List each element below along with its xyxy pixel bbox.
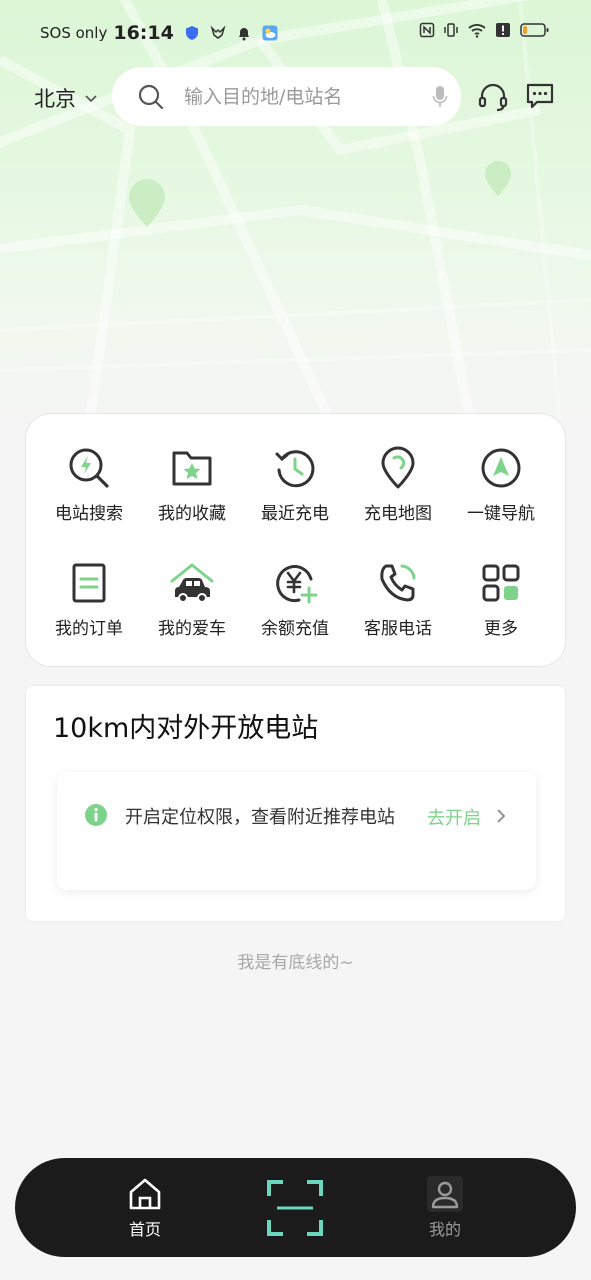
chevron-right-icon[interactable]: [495, 808, 507, 824]
quick-action-navigation[interactable]: 一键导航: [451, 446, 551, 546]
orders-icon: [72, 563, 106, 603]
quick-action-label: 我的爱车: [158, 619, 226, 639]
vibrate-icon: [444, 23, 458, 37]
chevron-down-icon: [85, 95, 97, 103]
quick-action-service-phone[interactable]: 客服电话: [348, 561, 448, 661]
quick-action-charge-map[interactable]: 充电地图: [348, 446, 448, 546]
quick-actions-card: 电站搜索 我的收藏 最近充电 充电地图 一键导航 我的订单 我的爱车 余额充值 …: [25, 413, 566, 667]
location-permission-card[interactable]: 开启定位权限，查看附近推荐电站 去开启: [57, 772, 536, 890]
quick-action-label: 客服电话: [364, 619, 432, 639]
quick-action-more[interactable]: 更多: [451, 561, 551, 661]
bell-icon: [238, 28, 249, 41]
map-pin-icon: [485, 161, 511, 196]
search-bar[interactable]: [112, 67, 461, 126]
map-pin-icon: [129, 179, 165, 227]
alert-icon: [496, 23, 510, 37]
permission-message: 开启定位权限，查看附近推荐电站: [125, 807, 395, 828]
city-name: 北京: [34, 87, 76, 111]
quick-action-label: 一键导航: [467, 504, 535, 524]
my-car-icon: [170, 563, 214, 603]
favorites-icon: [172, 451, 212, 486]
station-search-icon: [69, 448, 109, 488]
enable-location-button[interactable]: 去开启: [427, 804, 481, 830]
quick-action-label: 我的收藏: [158, 504, 226, 524]
headset-icon[interactable]: [477, 81, 509, 113]
recent-charge-icon: [275, 450, 315, 488]
info-icon: [85, 804, 107, 826]
map-background: [0, 0, 591, 420]
quick-action-label: 我的订单: [55, 619, 123, 639]
quick-action-my-car[interactable]: 我的爱车: [142, 561, 242, 661]
scan-icon[interactable]: [267, 1180, 323, 1236]
battery-icon: [520, 23, 549, 37]
quick-action-label: 更多: [484, 619, 518, 639]
quick-action-orders[interactable]: 我的订单: [39, 561, 139, 661]
quick-action-label: 最近充电: [261, 504, 329, 524]
status-bar: SOS only 16:14: [0, 18, 591, 48]
nav-home-label: 首页: [128, 1220, 161, 1239]
search-icon: [138, 84, 164, 110]
weather-icon: [262, 25, 278, 41]
navigation-icon: [481, 448, 521, 488]
quick-action-station-search[interactable]: 电站搜索: [39, 446, 139, 546]
fox-icon: [210, 25, 226, 39]
quick-action-label: 余额充值: [261, 619, 329, 639]
end-of-list-note: 我是有底线的~: [237, 953, 354, 973]
nav-me-label: 我的: [428, 1220, 461, 1239]
user-icon: [427, 1176, 463, 1212]
charge-map-icon: [381, 446, 415, 489]
nfc-icon: [419, 22, 435, 38]
map-streets: [0, 0, 591, 420]
quick-action-label: 充电地图: [364, 504, 432, 524]
balance-topup-icon: [276, 565, 317, 604]
clock-text: 16:14: [113, 22, 174, 44]
more-icon: [482, 564, 520, 602]
city-selector[interactable]: 北京: [34, 83, 98, 113]
quick-action-label: 电站搜索: [55, 504, 123, 524]
service-phone-icon: [380, 564, 416, 602]
bottom-navigation: 首页 我的: [15, 1158, 576, 1257]
quick-action-recent-charge[interactable]: 最近充电: [245, 446, 345, 546]
nearby-stations-section: 10km内对外开放电站 开启定位权限，查看附近推荐电站 去开启: [25, 685, 566, 922]
quick-action-favorites[interactable]: 我的收藏: [142, 446, 242, 546]
wifi-icon: [468, 24, 486, 38]
microphone-icon[interactable]: [432, 85, 448, 109]
section-title: 10km内对外开放电站: [53, 713, 319, 744]
nav-me[interactable]: 我的: [415, 1176, 475, 1240]
message-icon[interactable]: [525, 81, 555, 111]
carrier-text: SOS only: [40, 24, 108, 42]
home-icon: [129, 1178, 161, 1210]
search-input[interactable]: [184, 81, 424, 113]
shield-icon: [185, 26, 198, 40]
battery-fill: [523, 26, 527, 34]
nav-home[interactable]: 首页: [115, 1176, 175, 1240]
top-bar: 北京: [0, 66, 591, 128]
quick-action-balance-topup[interactable]: 余额充值: [245, 561, 345, 661]
